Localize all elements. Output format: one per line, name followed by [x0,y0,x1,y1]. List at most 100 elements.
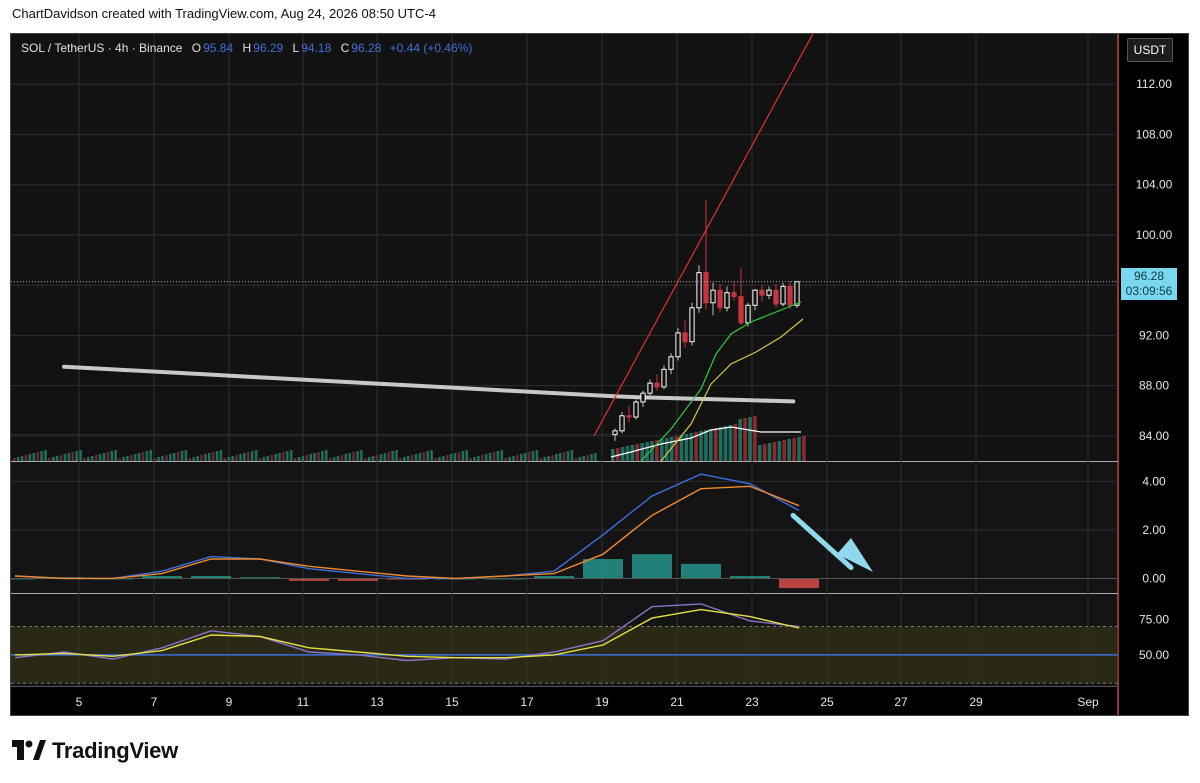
volume-bar [391,451,394,461]
volume-bar [594,453,597,461]
volume-bar [473,457,476,461]
x-tick-label: 19 [595,695,609,709]
volume-bar [28,454,32,461]
volume-bar [110,451,114,461]
volume-bar [777,441,782,461]
volume-bar [453,453,457,461]
volume-bar [492,452,496,461]
volume-bar [211,452,215,461]
volume-bar [733,424,738,461]
volume-bar [535,450,539,461]
volume-bar [723,426,728,461]
volume-bar [508,457,511,461]
volume-bar [500,450,504,461]
volume-bar [40,451,43,461]
volume-bar [309,454,312,461]
candle-body [773,289,779,305]
volume-bar [547,456,550,461]
volume-bar [762,444,767,461]
volume-bar [586,455,589,461]
volume-bar [266,456,270,461]
volume-bar [645,442,649,461]
volume-bar [223,458,227,461]
volume-bar [328,458,332,461]
volume-bar [133,454,137,461]
volume-bar [250,451,254,461]
candle-body [682,332,688,343]
volume-bar [438,457,441,461]
last-price-tag: 96.28 03:09:56 [1121,268,1177,300]
volume-bar [664,438,669,461]
currency-button[interactable]: USDT [1127,38,1173,62]
change-value: +0.44 (+0.46%) [389,41,473,55]
price-tick-label: 92.00 [1139,328,1169,342]
volume-bar [274,454,277,461]
volume-bar [98,454,102,461]
volume-bar [414,454,418,461]
volume-bar [313,453,316,461]
volume-bar [20,456,24,461]
volume-bar [748,417,752,461]
volume-bar [699,431,703,461]
volume-bar [231,456,234,461]
volume-bar [286,451,289,461]
volume-bar [348,453,351,461]
volume-bar [204,454,207,461]
volume-bar [200,455,203,461]
chart-canvas[interactable]: 5 7 9 11 13 15 17 19 21 23 25 27 29 Sep 112.00 108.00 10… [11,34,1189,716]
volume-bar [395,450,398,461]
volume-bar [684,434,689,461]
volume-bar [461,451,465,461]
volume-bar [802,436,806,461]
volume-bar [24,455,28,461]
volume-bar [635,444,640,461]
volume-bar [130,455,133,461]
volume-bar [305,455,309,461]
macd-histogram-bar [632,554,672,579]
volume-bar [196,456,199,461]
volume-bar [192,457,195,461]
volume-bar [611,449,615,461]
volume-bar [709,429,713,461]
volume-bar [254,450,258,461]
volume-bar [387,452,390,461]
candle-body [738,295,744,324]
volume-bar [75,451,78,461]
volume-bar [488,453,492,461]
volume-bar [445,455,449,461]
volume-bar [787,439,791,461]
volume-bar [496,451,500,461]
x-tick-label: 25 [820,695,834,709]
volume-bar [118,458,121,461]
volume-bar [713,428,718,461]
price-pane[interactable] [11,34,1118,461]
x-tick-label: 13 [370,695,384,709]
tradingview-logo-icon [12,740,46,760]
volume-bar [270,455,273,461]
candle-body [745,304,751,324]
volume-bar [239,454,242,461]
volume-bar [469,458,472,461]
volume-bar [430,450,433,461]
volume-bar [344,454,348,461]
symbol-title[interactable]: SOL / TetherUS · 4h · Binance [21,41,182,55]
volume-bar [247,452,250,461]
volume-bar [465,450,468,461]
volume-bar [278,453,281,461]
macd-histogram-bar [583,559,623,579]
volume-bar [718,427,723,461]
x-tick-label: 17 [520,695,534,709]
volume-bar [289,450,293,461]
volume-bar [578,457,582,461]
rsi-tick-label: 75.00 [1139,612,1169,626]
chart-credit: ChartDavidson created with TradingView.c… [12,6,436,21]
open-value: 95.84 [203,41,234,55]
candle-body [640,392,646,403]
volume-bar [399,458,402,461]
last-price: 96.28 [1133,269,1165,283]
x-tick-label: 7 [151,695,158,709]
chart-frame[interactable]: 5 7 9 11 13 15 17 19 21 23 25 27 29 Sep 112.00 108.00 10… [10,33,1189,716]
volume-bar [434,458,437,461]
candle-body [668,356,674,370]
volume-bar [63,454,67,461]
